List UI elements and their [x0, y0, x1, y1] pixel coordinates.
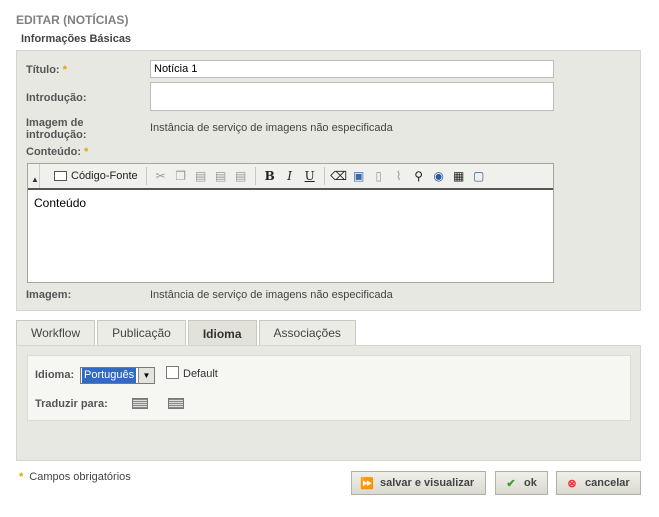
- cut-icon[interactable]: ✂: [151, 166, 171, 186]
- italic-icon[interactable]: I: [280, 166, 300, 186]
- section-legend: Informações Básicas: [21, 33, 132, 45]
- image-icon[interactable]: ▣: [349, 166, 369, 186]
- conteudo-label: Conteúdo: *: [26, 146, 89, 158]
- default-label: Default: [183, 368, 218, 380]
- titulo-label: Título: *: [26, 64, 67, 76]
- imagem-value: Instância de serviço de imagens não espe…: [150, 289, 393, 301]
- link-icon[interactable]: ◉: [429, 166, 449, 186]
- rich-text-editor: ▲ Código-Fonte ✂ ❐ ▤ ▤ ▤ B I U ⌫ ▣ ▯ ⌇ ⚲…: [27, 163, 554, 283]
- cancel-button[interactable]: ⊗ cancelar: [556, 471, 641, 495]
- bold-icon[interactable]: B: [260, 166, 280, 186]
- tab-associacoes[interactable]: Associações: [258, 320, 356, 345]
- paste-icon[interactable]: ▤: [191, 166, 211, 186]
- source-icon: [54, 171, 67, 181]
- save-view-button[interactable]: ⏩ salvar e visualizar: [351, 471, 486, 495]
- page-icon[interactable]: ▯: [369, 166, 389, 186]
- idioma-label: Idioma:: [35, 369, 75, 381]
- chevron-down-icon: ▼: [138, 368, 154, 383]
- tab-idioma[interactable]: Idioma: [187, 320, 257, 346]
- titulo-input[interactable]: [150, 60, 554, 78]
- source-button[interactable]: Código-Fonte: [50, 166, 142, 186]
- check-icon: ✔: [506, 477, 516, 490]
- paste-text-icon[interactable]: ▤: [211, 166, 231, 186]
- required-fields-note: * Campos obrigatórios: [19, 471, 131, 483]
- idioma-select[interactable]: Português ▼: [80, 367, 155, 384]
- idioma-box: Idioma: Português ▼ Default Traduzir par…: [27, 355, 631, 421]
- page-title: EDITAR (NOTÍCIAS): [16, 13, 129, 27]
- attachment-icon[interactable]: ⌇: [389, 166, 409, 186]
- imagem-intro-label: Imagem de introdução:: [26, 117, 87, 141]
- copy-icon[interactable]: ❐: [171, 166, 191, 186]
- underline-icon[interactable]: U: [300, 166, 320, 186]
- editor-content[interactable]: Conteúdo: [34, 196, 86, 210]
- fast-forward-icon: ⏩: [360, 477, 374, 490]
- find-icon[interactable]: ⚲: [409, 166, 429, 186]
- table-icon[interactable]: ▦: [449, 166, 469, 186]
- idioma-panel: Idioma: Português ▼ Default Traduzir par…: [16, 345, 641, 461]
- imagem-intro-value: Instância de serviço de imagens não espe…: [150, 122, 393, 134]
- tab-bar: Workflow Publicação Idioma Associações: [16, 320, 358, 346]
- traduzir-label: Traduzir para:: [35, 398, 108, 410]
- translate-flag-icon-2[interactable]: [168, 398, 184, 409]
- cancel-icon: ⊗: [567, 477, 577, 490]
- default-checkbox[interactable]: [166, 366, 179, 379]
- ok-button[interactable]: ✔ ok: [495, 471, 548, 495]
- introducao-textarea[interactable]: [150, 82, 554, 111]
- introducao-label: Introdução:: [26, 92, 87, 104]
- toolbar-collapse-button[interactable]: ▲: [28, 164, 40, 188]
- tab-workflow[interactable]: Workflow: [16, 320, 96, 345]
- basic-info-fieldset: Título: * Introdução: Imagem deintroduçã…: [16, 50, 641, 311]
- imagem-label: Imagem:: [26, 289, 72, 301]
- paste-word-icon[interactable]: ▤: [231, 166, 251, 186]
- preview-icon[interactable]: ▢: [469, 166, 489, 186]
- tab-publicacao[interactable]: Publicação: [97, 320, 186, 345]
- editor-toolbar: ▲ Código-Fonte ✂ ❐ ▤ ▤ ▤ B I U ⌫ ▣ ▯ ⌇ ⚲…: [28, 164, 553, 190]
- translate-flag-icon-1[interactable]: [132, 398, 148, 409]
- remove-format-icon[interactable]: ⌫: [329, 166, 349, 186]
